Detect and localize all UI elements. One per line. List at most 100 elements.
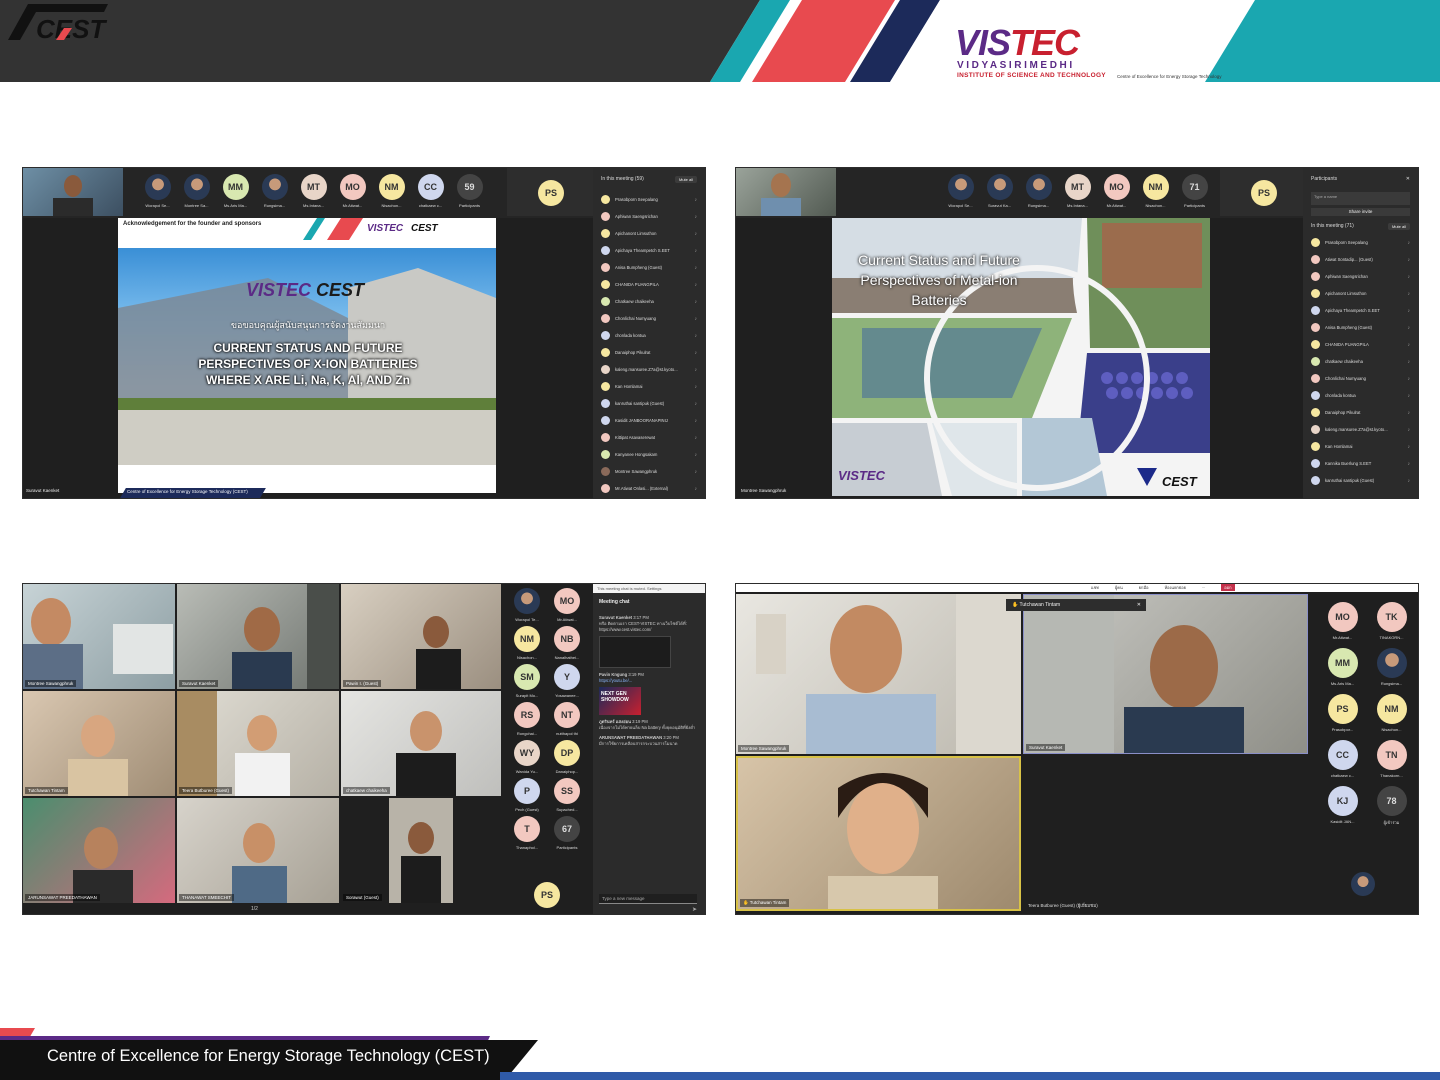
- video-tile[interactable]: ✋ Tutchawan Tintam: [736, 756, 1021, 911]
- strip-avatar[interactable]: Worapol Se...: [944, 174, 977, 208]
- side-avatar[interactable]: Y Yosawanee...: [547, 664, 587, 698]
- participant-row[interactable]: Kan Homlamai ♪: [593, 378, 705, 395]
- participant-row[interactable]: Chonlichai Numyuang ♪: [1303, 370, 1418, 387]
- strip-avatar[interactable]: MM Ms.Aris Ma...: [219, 174, 252, 208]
- video-tile[interactable]: chatkaew chaikeeha: [341, 691, 501, 796]
- participant-row[interactable]: Kanyanee Hongsakam ♪: [593, 446, 705, 463]
- pinned-popup[interactable]: ✋ Tutchawan Tintam ✕: [1006, 599, 1146, 611]
- side-avatar[interactable]: NT nutthapol thi: [547, 702, 587, 736]
- side-avatar[interactable]: TK TINAKORN...: [1367, 602, 1416, 640]
- side-avatar[interactable]: TN Thanakorn...: [1367, 740, 1416, 778]
- side-avatar[interactable]: NM Nisachon...: [1367, 694, 1416, 732]
- participant-search-input[interactable]: Type a name: [1311, 192, 1410, 205]
- participant-row[interactable]: Prasobporn Seepalang ♪: [1303, 234, 1418, 251]
- participant-row[interactable]: kaleng.mansuree.Z7a@st.kyoto... ♪: [593, 361, 705, 378]
- participant-row[interactable]: kaleng.mansuree.Z7a@st.kyoto... ♪: [1303, 421, 1418, 438]
- side-avatar[interactable]: KJ Kasidit JAN...: [1318, 786, 1367, 826]
- strip-avatar[interactable]: Montree Sa...: [180, 174, 213, 208]
- participant-row[interactable]: kanruthai santipuk (Guest) ♪: [593, 395, 705, 412]
- link-preview[interactable]: [599, 636, 671, 668]
- send-icon[interactable]: ➤: [692, 906, 697, 913]
- video-tile[interactable]: Montree Sawangphruk: [736, 594, 1021, 754]
- strip-avatar[interactable]: Rungsima...: [1022, 174, 1055, 208]
- participant-row[interactable]: Chatkaew chaikeeha ♪: [593, 293, 705, 310]
- strip-avatar[interactable]: MO Mr.Atiwat...: [336, 174, 369, 208]
- participant-row[interactable]: CHANIDA PUANGPILA ♪: [1303, 336, 1418, 353]
- participants-count-button[interactable]: 78 ผู้เข้าร่วม: [1367, 786, 1416, 826]
- video-tile[interactable]: JARUNSAWAT PREEDATHAWAN: [23, 798, 175, 903]
- mute-all-button[interactable]: Mute all: [1387, 223, 1410, 230]
- strip-avatar[interactable]: MT Ms.Intana...: [1061, 174, 1094, 208]
- participant-row[interactable]: Kan Homlamai ♪: [1303, 438, 1418, 455]
- participant-row[interactable]: Kittipat Asavaserewat ♪: [593, 429, 705, 446]
- side-avatar[interactable]: MO Mr.Atiwat...: [547, 588, 587, 622]
- participants-count-button[interactable]: 71 Participants: [1178, 174, 1211, 208]
- strip-avatar[interactable]: NM Nisachon...: [375, 174, 408, 208]
- strip-avatar[interactable]: MT Ms.Intana...: [297, 174, 330, 208]
- side-avatar[interactable]: SM Surapit Mo...: [507, 664, 547, 698]
- participant-row[interactable]: Aphiwan Saengsrichan ♪: [1303, 268, 1418, 285]
- video-tile[interactable]: Montree Sawangphruk: [23, 584, 175, 689]
- side-avatar[interactable]: T Thanaphol...: [507, 816, 547, 850]
- strip-avatar[interactable]: CC chatkaew c...: [414, 174, 447, 208]
- video-tile[interactable]: Teera Butburee (Guest): [177, 691, 339, 796]
- side-avatar[interactable]: DP Danaiphop...: [547, 740, 587, 774]
- participant-row[interactable]: Kannika Buerlung S.EET ♪: [1303, 455, 1418, 472]
- participant-row[interactable]: Apichaya Theampetch S.EET ♪: [593, 242, 705, 259]
- strip-avatar[interactable]: Worapol Se...: [141, 174, 174, 208]
- video-tile[interactable]: Tutchawan Tintam: [23, 691, 175, 796]
- video-tile[interactable]: Suravut Kaenket: [1023, 594, 1308, 754]
- participant-row[interactable]: chonlada kontua ♪: [593, 327, 705, 344]
- participant-row[interactable]: Apichaya Theampetch S.EET ♪: [1303, 302, 1418, 319]
- participant-row[interactable]: Aphiwan Saengsrichan ♪: [593, 208, 705, 225]
- side-avatar[interactable]: CC chatkaew c...: [1318, 740, 1367, 778]
- participants-count-button[interactable]: 59 Participants: [453, 174, 486, 208]
- side-avatar[interactable]: PS Prasobpor...: [1318, 694, 1367, 732]
- participants-count-button[interactable]: 67 Participants: [547, 816, 587, 850]
- participant-row[interactable]: Chonlichai Numyuang ♪: [593, 310, 705, 327]
- participant-row[interactable]: Anisa Bumpheng (Guest) ♪: [593, 259, 705, 276]
- video-tile[interactable]: Suravut Kaenket: [177, 584, 339, 689]
- video-preview-card[interactable]: NEXT GEN SHOWDOW: [599, 687, 641, 715]
- participant-row[interactable]: Prasobporn Seepalang ♪: [593, 191, 705, 208]
- side-avatar[interactable]: P Pech (Guest): [507, 778, 547, 812]
- mute-all-button[interactable]: Mute all: [674, 176, 697, 183]
- close-icon[interactable]: ✕: [1406, 176, 1410, 182]
- participant-row[interactable]: Montree Sawangphruk ♪: [593, 463, 705, 480]
- menu-breakout[interactable]: ห้องแยกย่อย: [1165, 584, 1186, 591]
- side-avatar[interactable]: MO Mr.Atiwat...: [1318, 602, 1367, 640]
- participant-row[interactable]: chatkaew chaikeeha ♪: [1303, 353, 1418, 370]
- menu-more[interactable]: ...: [1202, 584, 1205, 591]
- video-tile[interactable]: Sorawut (Guest): [341, 798, 501, 903]
- gallery-pager[interactable]: 1/2: [251, 906, 258, 912]
- participant-row[interactable]: Kasidit JANBOORANAPINIJ ♪: [593, 412, 705, 429]
- side-avatar[interactable]: Worapol Te...: [507, 588, 547, 622]
- close-icon[interactable]: ✕: [1137, 602, 1141, 608]
- side-avatar[interactable]: WY Wanida Yu...: [507, 740, 547, 774]
- participant-row[interactable]: Mr.Atiwat Onlasi... (External) ♪: [593, 480, 705, 497]
- video-tile[interactable]: Pawin I. (Guest): [341, 584, 501, 689]
- side-avatar[interactable]: SS Supached...: [547, 778, 587, 812]
- participant-row[interactable]: Apichanont Limsuthon ♪: [1303, 285, 1418, 302]
- video-tile[interactable]: THANAWAT SMEECHIT: [177, 798, 339, 903]
- side-avatar[interactable]: RS Rongchai...: [507, 702, 547, 736]
- participant-row[interactable]: Atiwat Sontadip... (Guest) ♪: [1303, 251, 1418, 268]
- side-avatar[interactable]: NB Nanalhathei...: [547, 626, 587, 660]
- strip-avatar[interactable]: MO Mr.Atiwat...: [1100, 174, 1133, 208]
- strip-avatar[interactable]: Rungsima...: [258, 174, 291, 208]
- participant-row[interactable]: Danaiphop Pikulrat ♪: [593, 344, 705, 361]
- participant-row[interactable]: Apichanont Limsuthon ♪: [593, 225, 705, 242]
- participant-row[interactable]: CHANIDA PUANGPILA ♪: [593, 276, 705, 293]
- menu-raise-hand[interactable]: ยกมือ: [1139, 584, 1149, 591]
- side-avatar[interactable]: Rungsima...: [1367, 648, 1416, 686]
- side-avatar[interactable]: MM Ms.Aris Ma...: [1318, 648, 1367, 686]
- participant-row[interactable]: Anisa Bumpheng (Guest) ♪: [1303, 319, 1418, 336]
- participant-row[interactable]: chonlada kontua ♪: [1303, 387, 1418, 404]
- participant-row[interactable]: kanruthai santipuk (Guest) ♪: [1303, 472, 1418, 489]
- menu-chat[interactable]: แชท: [1091, 584, 1099, 591]
- participant-row[interactable]: Danaiphop Pikulrat ♪: [1303, 404, 1418, 421]
- chat-compose-input[interactable]: Type a new message: [599, 894, 697, 904]
- strip-avatar[interactable]: NM Nisachon...: [1139, 174, 1172, 208]
- share-invite-button[interactable]: Share invite: [1311, 208, 1410, 216]
- strip-avatar[interactable]: Suravut Ka...: [983, 174, 1016, 208]
